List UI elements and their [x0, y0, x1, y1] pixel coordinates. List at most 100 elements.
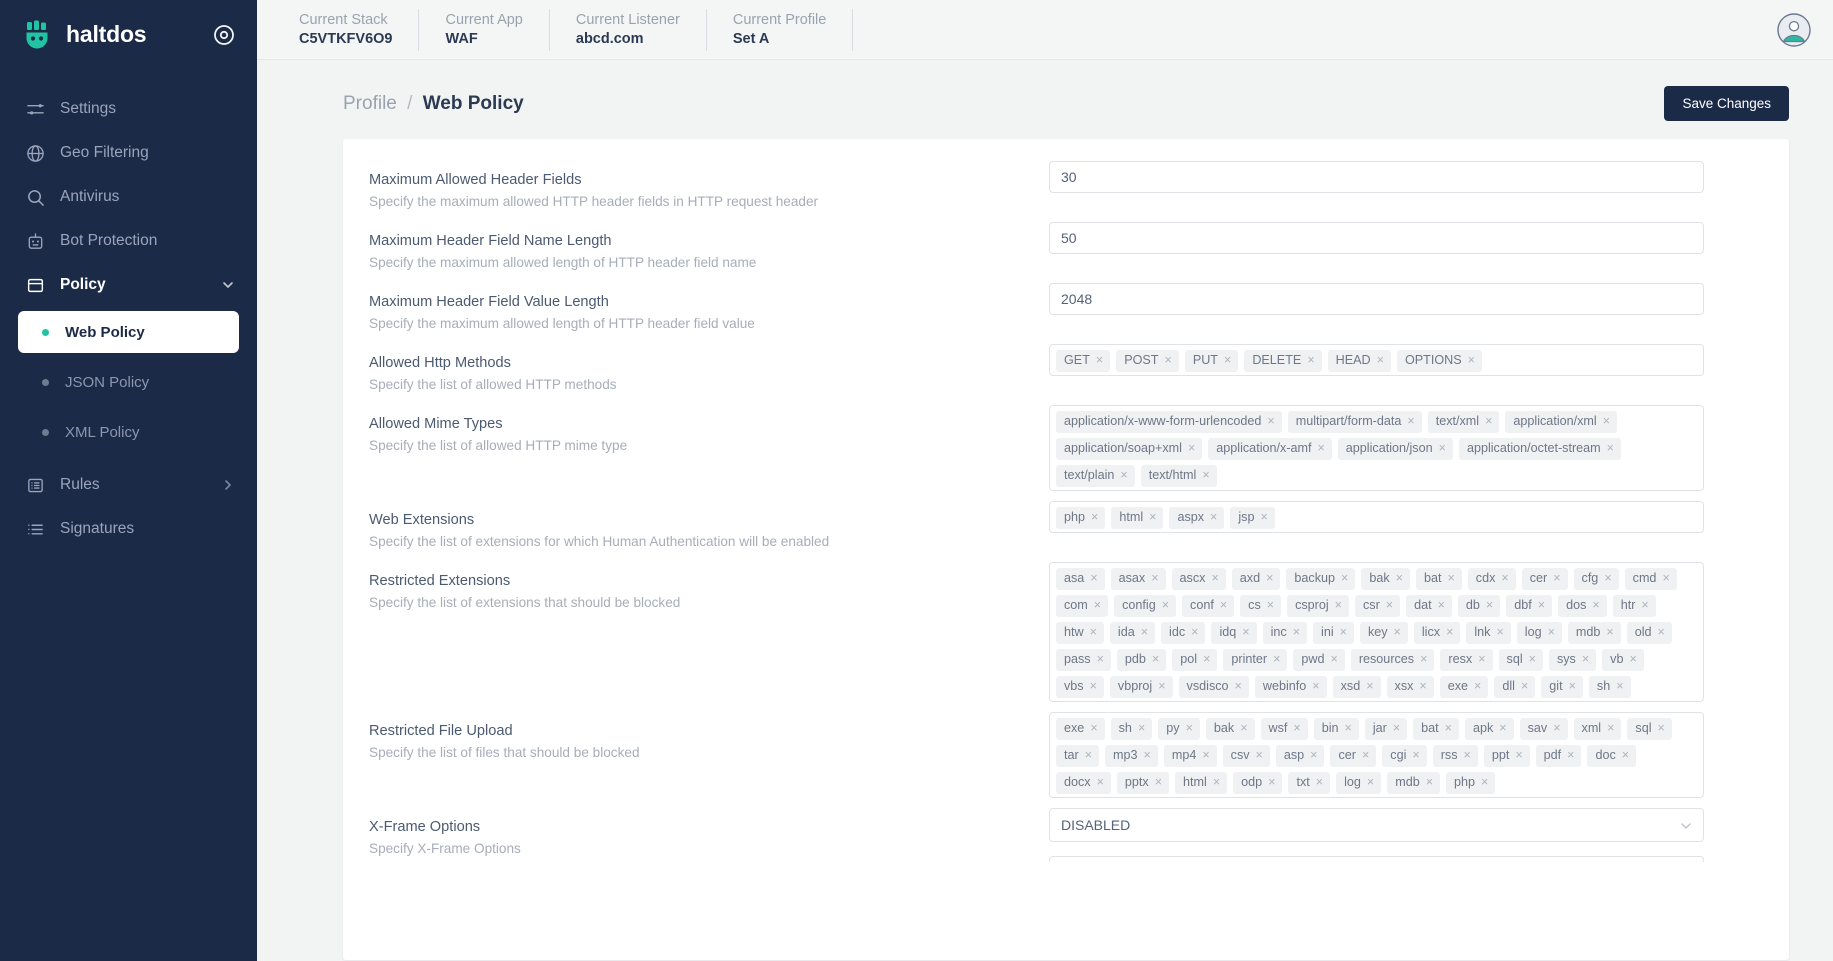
- user-avatar-icon[interactable]: [1777, 12, 1811, 47]
- tag-remove-icon[interactable]: ×: [1553, 720, 1560, 737]
- restricted-extensions-taginput[interactable]: asa × asax × ascx × axd × backup × bak × bat × cdx × cer…: [1049, 562, 1704, 702]
- restricted-file-upload-taginput[interactable]: exe × sh × py × bak × wsf × bin × jar × bat × apk × sav × xm…: [1049, 712, 1704, 798]
- sidebar-item-bot-protection[interactable]: Bot Protection: [0, 219, 257, 263]
- tag-remove-icon[interactable]: ×: [1151, 570, 1158, 587]
- sidebar-item-settings[interactable]: Settings: [0, 87, 257, 131]
- tag-remove-icon[interactable]: ×: [1316, 774, 1323, 791]
- tag-remove-icon[interactable]: ×: [1622, 747, 1629, 764]
- tag-remove-icon[interactable]: ×: [1629, 651, 1636, 668]
- tag-remove-icon[interactable]: ×: [1090, 570, 1097, 587]
- tag-remove-icon[interactable]: ×: [1420, 651, 1427, 668]
- tag-remove-icon[interactable]: ×: [1386, 597, 1393, 614]
- tag-remove-icon[interactable]: ×: [1501, 570, 1508, 587]
- tag-remove-icon[interactable]: ×: [1468, 352, 1475, 369]
- tag-remove-icon[interactable]: ×: [1569, 678, 1576, 695]
- tag-remove-icon[interactable]: ×: [1485, 413, 1492, 430]
- target-icon[interactable]: [213, 24, 235, 46]
- tag-remove-icon[interactable]: ×: [1256, 747, 1263, 764]
- max-header-fields-input[interactable]: [1049, 161, 1704, 193]
- tag-remove-icon[interactable]: ×: [1447, 570, 1454, 587]
- tag-remove-icon[interactable]: ×: [1345, 720, 1352, 737]
- tag-remove-icon[interactable]: ×: [1186, 720, 1193, 737]
- sidebar-item-web-policy[interactable]: Web Policy: [18, 311, 239, 353]
- tag-remove-icon[interactable]: ×: [1090, 720, 1097, 737]
- tag-remove-icon[interactable]: ×: [1478, 651, 1485, 668]
- tag-remove-icon[interactable]: ×: [1242, 624, 1249, 641]
- max-header-value-length-input[interactable]: [1049, 283, 1704, 315]
- allowed-mime-types-taginput[interactable]: application/x-www-form-urlencoded × multip…: [1049, 405, 1704, 491]
- tag-remove-icon[interactable]: ×: [1445, 720, 1452, 737]
- breadcrumb-parent[interactable]: Profile: [343, 93, 397, 114]
- tag-remove-icon[interactable]: ×: [1529, 651, 1536, 668]
- tag-remove-icon[interactable]: ×: [1658, 624, 1665, 641]
- tag-remove-icon[interactable]: ×: [1341, 570, 1348, 587]
- tag-remove-icon[interactable]: ×: [1188, 440, 1195, 457]
- tag-remove-icon[interactable]: ×: [1152, 651, 1159, 668]
- tag-remove-icon[interactable]: ×: [1641, 597, 1648, 614]
- tag-remove-icon[interactable]: ×: [1090, 678, 1097, 695]
- tag-remove-icon[interactable]: ×: [1335, 597, 1342, 614]
- tag-remove-icon[interactable]: ×: [1120, 467, 1127, 484]
- tag-remove-icon[interactable]: ×: [1165, 352, 1172, 369]
- tag-remove-icon[interactable]: ×: [1141, 624, 1148, 641]
- tag-remove-icon[interactable]: ×: [1592, 597, 1599, 614]
- tag-remove-icon[interactable]: ×: [1426, 774, 1433, 791]
- sidebar-item-rules[interactable]: Rules: [0, 463, 257, 507]
- tag-remove-icon[interactable]: ×: [1293, 720, 1300, 737]
- tag-remove-icon[interactable]: ×: [1268, 774, 1275, 791]
- tag-remove-icon[interactable]: ×: [1548, 624, 1555, 641]
- tag-remove-icon[interactable]: ×: [1607, 440, 1614, 457]
- sidebar-item-json-policy[interactable]: JSON Policy: [18, 361, 239, 403]
- tag-remove-icon[interactable]: ×: [1515, 747, 1522, 764]
- context-current-stack[interactable]: Current Stack C5VTKFV6O9: [273, 8, 420, 51]
- tag-remove-icon[interactable]: ×: [1331, 651, 1338, 668]
- tag-remove-icon[interactable]: ×: [1362, 747, 1369, 764]
- tag-remove-icon[interactable]: ×: [1486, 597, 1493, 614]
- tag-remove-icon[interactable]: ×: [1481, 774, 1488, 791]
- tag-remove-icon[interactable]: ×: [1606, 624, 1613, 641]
- tag-remove-icon[interactable]: ×: [1521, 678, 1528, 695]
- tag-remove-icon[interactable]: ×: [1085, 747, 1092, 764]
- tag-remove-icon[interactable]: ×: [1464, 747, 1471, 764]
- tag-remove-icon[interactable]: ×: [1224, 352, 1231, 369]
- context-current-app[interactable]: Current App WAF: [419, 8, 550, 51]
- tag-remove-icon[interactable]: ×: [1138, 720, 1145, 737]
- tag-remove-icon[interactable]: ×: [1202, 747, 1209, 764]
- tag-remove-icon[interactable]: ×: [1662, 570, 1669, 587]
- tag-remove-icon[interactable]: ×: [1603, 413, 1610, 430]
- tag-remove-icon[interactable]: ×: [1097, 651, 1104, 668]
- tag-remove-icon[interactable]: ×: [1091, 509, 1098, 526]
- tag-remove-icon[interactable]: ×: [1260, 509, 1267, 526]
- tag-remove-icon[interactable]: ×: [1094, 597, 1101, 614]
- x-frame-options-select[interactable]: DISABLED: [1049, 808, 1704, 842]
- tag-remove-icon[interactable]: ×: [1394, 624, 1401, 641]
- tag-remove-icon[interactable]: ×: [1155, 774, 1162, 791]
- tag-remove-icon[interactable]: ×: [1446, 624, 1453, 641]
- save-changes-button[interactable]: Save Changes: [1664, 86, 1789, 121]
- tag-remove-icon[interactable]: ×: [1307, 352, 1314, 369]
- tag-remove-icon[interactable]: ×: [1419, 678, 1426, 695]
- tag-remove-icon[interactable]: ×: [1377, 352, 1384, 369]
- tag-remove-icon[interactable]: ×: [1267, 413, 1274, 430]
- tag-remove-icon[interactable]: ×: [1312, 678, 1319, 695]
- tag-remove-icon[interactable]: ×: [1213, 774, 1220, 791]
- tag-remove-icon[interactable]: ×: [1616, 678, 1623, 695]
- tag-remove-icon[interactable]: ×: [1096, 352, 1103, 369]
- tag-remove-icon[interactable]: ×: [1340, 624, 1347, 641]
- tag-remove-icon[interactable]: ×: [1293, 624, 1300, 641]
- tag-remove-icon[interactable]: ×: [1310, 747, 1317, 764]
- sidebar-item-xml-policy[interactable]: XML Policy: [18, 411, 239, 453]
- tag-remove-icon[interactable]: ×: [1267, 597, 1274, 614]
- tag-remove-icon[interactable]: ×: [1210, 509, 1217, 526]
- tag-remove-icon[interactable]: ×: [1366, 678, 1373, 695]
- tag-remove-icon[interactable]: ×: [1367, 774, 1374, 791]
- tag-remove-icon[interactable]: ×: [1097, 774, 1104, 791]
- tag-remove-icon[interactable]: ×: [1273, 651, 1280, 668]
- tag-remove-icon[interactable]: ×: [1317, 440, 1324, 457]
- tag-remove-icon[interactable]: ×: [1604, 570, 1611, 587]
- tag-remove-icon[interactable]: ×: [1393, 720, 1400, 737]
- tag-remove-icon[interactable]: ×: [1582, 651, 1589, 668]
- tag-remove-icon[interactable]: ×: [1202, 467, 1209, 484]
- context-current-profile[interactable]: Current Profile Set A: [707, 8, 854, 51]
- tag-remove-icon[interactable]: ×: [1396, 570, 1403, 587]
